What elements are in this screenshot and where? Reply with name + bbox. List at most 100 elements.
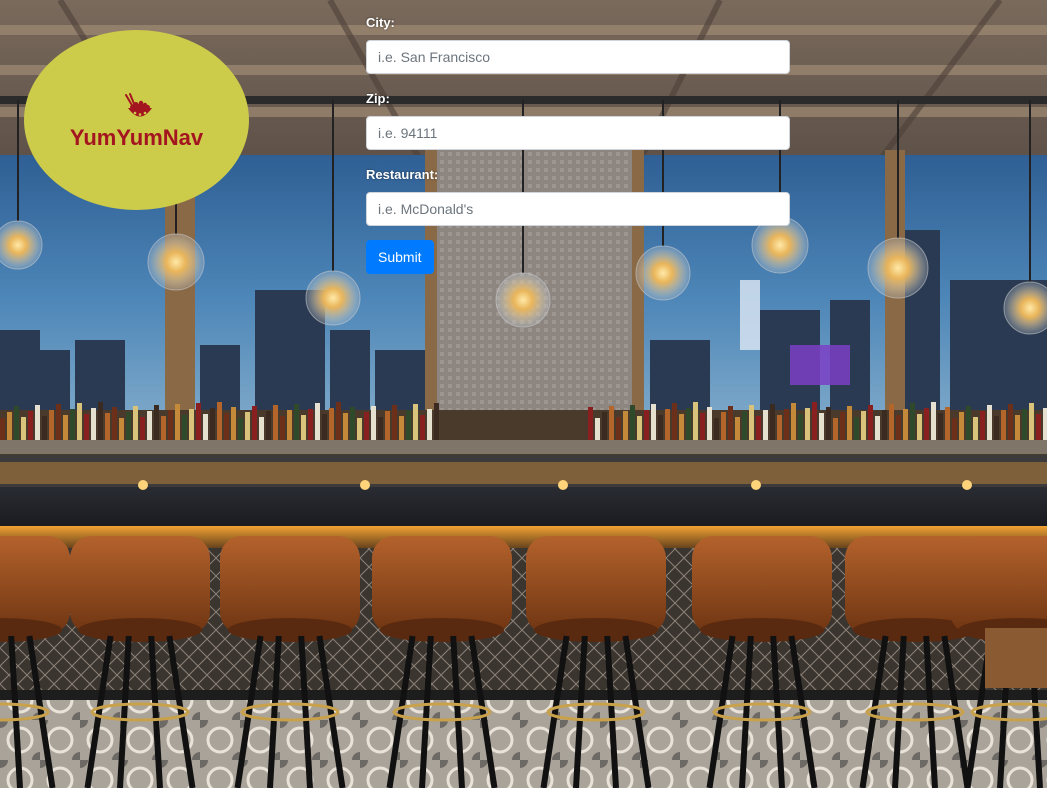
bottle bbox=[931, 402, 936, 440]
bottle bbox=[966, 406, 971, 440]
bottle bbox=[1008, 404, 1013, 440]
bottle bbox=[728, 406, 733, 440]
bottle bbox=[224, 413, 229, 440]
bottle bbox=[959, 412, 964, 440]
bottle bbox=[294, 404, 299, 440]
bottle bbox=[259, 417, 264, 440]
city-input[interactable] bbox=[366, 40, 790, 74]
bottle bbox=[854, 417, 859, 440]
bottle bbox=[28, 411, 33, 440]
bottle bbox=[826, 407, 831, 440]
brand-name: YumYumNav bbox=[69, 125, 204, 150]
bottle bbox=[126, 412, 131, 440]
bottle bbox=[889, 404, 894, 440]
bottle bbox=[280, 416, 285, 440]
pendant-light bbox=[867, 237, 929, 299]
bottle bbox=[434, 403, 439, 440]
bottle bbox=[112, 407, 117, 440]
bottle bbox=[791, 403, 796, 440]
bottle bbox=[336, 402, 341, 440]
search-form: City: Zip: Restaurant: Submit bbox=[366, 14, 790, 274]
bottle bbox=[903, 409, 908, 440]
bottle bbox=[399, 416, 404, 440]
bottle bbox=[98, 402, 103, 440]
bottle bbox=[875, 416, 880, 440]
bottle bbox=[0, 418, 5, 440]
bottle bbox=[938, 413, 943, 440]
bottle bbox=[217, 402, 222, 440]
city-label: City: bbox=[366, 15, 395, 30]
bottle bbox=[882, 410, 887, 440]
bottle bbox=[833, 418, 838, 440]
bottle bbox=[182, 415, 187, 440]
bottle bbox=[1043, 408, 1047, 440]
bottle bbox=[1029, 403, 1034, 440]
bottle bbox=[84, 414, 89, 440]
bottle bbox=[784, 409, 789, 440]
bottle bbox=[770, 404, 775, 440]
bottle bbox=[210, 408, 215, 440]
bottle bbox=[245, 412, 250, 440]
bottle bbox=[21, 417, 26, 440]
bottle bbox=[637, 416, 642, 440]
bottle bbox=[364, 412, 369, 440]
bottle bbox=[175, 404, 180, 440]
bottle bbox=[42, 416, 47, 440]
bottle bbox=[952, 418, 957, 440]
bottle bbox=[994, 416, 999, 440]
bottle bbox=[861, 411, 866, 440]
bottle bbox=[357, 418, 362, 440]
bottle bbox=[168, 410, 173, 440]
bottle bbox=[973, 417, 978, 440]
bottle bbox=[714, 418, 719, 440]
bottle bbox=[392, 405, 397, 440]
bottle bbox=[343, 413, 348, 440]
bottle bbox=[350, 407, 355, 440]
bottle bbox=[315, 403, 320, 440]
bottle bbox=[420, 415, 425, 440]
bottle bbox=[266, 411, 271, 440]
logo[interactable]: YumYumNav bbox=[24, 30, 249, 210]
bottle bbox=[665, 409, 670, 440]
pendant-light bbox=[147, 233, 205, 291]
bottle bbox=[630, 405, 635, 440]
bottle bbox=[35, 405, 40, 440]
bottle bbox=[91, 408, 96, 440]
bottle bbox=[924, 408, 929, 440]
bottle bbox=[945, 407, 950, 440]
bottle bbox=[49, 410, 54, 440]
zip-input[interactable] bbox=[366, 116, 790, 150]
page: YumYumNav City: Zip: Restaurant: Submit bbox=[0, 0, 1047, 788]
bottle bbox=[70, 409, 75, 440]
bottle bbox=[133, 406, 138, 440]
bottle bbox=[602, 412, 607, 440]
bottle bbox=[161, 416, 166, 440]
bottle bbox=[140, 417, 145, 440]
restaurant-input[interactable] bbox=[366, 192, 790, 226]
bottle bbox=[1022, 409, 1027, 440]
bottle bbox=[1015, 415, 1020, 440]
zip-label: Zip: bbox=[366, 91, 390, 106]
bottle bbox=[595, 418, 600, 440]
bottle bbox=[805, 408, 810, 440]
bottle bbox=[763, 410, 768, 440]
bottle bbox=[252, 406, 257, 440]
bottle bbox=[700, 413, 705, 440]
bottle bbox=[147, 411, 152, 440]
bottle bbox=[1001, 410, 1006, 440]
pendant-light bbox=[0, 220, 43, 270]
bottle bbox=[819, 413, 824, 440]
bottle bbox=[413, 404, 418, 440]
bottle bbox=[1036, 414, 1041, 440]
bottle bbox=[721, 412, 726, 440]
bottle bbox=[686, 408, 691, 440]
bottle bbox=[658, 415, 663, 440]
bottle bbox=[189, 409, 194, 440]
bottle bbox=[742, 411, 747, 440]
bottle bbox=[707, 407, 712, 440]
bottle bbox=[378, 417, 383, 440]
pendant-light bbox=[495, 272, 551, 328]
bottle bbox=[917, 414, 922, 440]
submit-button[interactable]: Submit bbox=[366, 240, 434, 274]
bottle bbox=[679, 414, 684, 440]
